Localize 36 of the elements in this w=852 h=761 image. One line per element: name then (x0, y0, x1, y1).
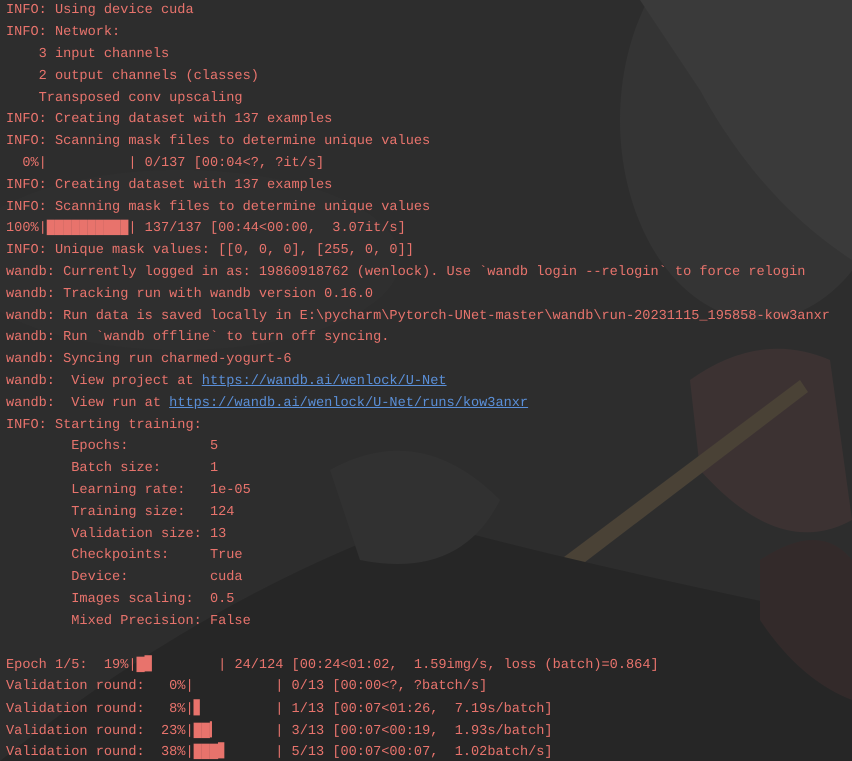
console-line: Mixed Precision: False (70, 614, 251, 629)
console-line: Validation round: 23%|██▎ | 3/13 [00:07<00:19, 1.93s/batch] (6, 722, 553, 739)
console-line: INFO: Scanning mask files to determine unique values (6, 200, 430, 215)
console-line: Learning rate: 1e-05 (70, 482, 251, 498)
console-line: Validation round: 38%|███▊ | 5/13 [00:07<00:07, 1.02batch/s] (6, 743, 553, 760)
console-line: Epoch 1/5: 19%|█▉ | 24/124 [00:24<01:02, 1.59img/s, loss (batch)=0.864] (6, 656, 659, 674)
console-line: INFO: Starting training: (6, 418, 202, 433)
console-line: wandb: Syncing run charmed-yogurt-6 (6, 352, 292, 368)
console-line: Device: cuda (70, 570, 243, 586)
console-line: Transposed conv upscaling (38, 90, 243, 106)
url-link[interactable]: https://wandb.ai/wenlock/U-Net/runs/kow3anxr (169, 396, 528, 411)
console-text: wandb: View project at (6, 374, 195, 389)
console-line: Images scaling: 0.5 (70, 592, 234, 607)
console-line: INFO: Network: (6, 25, 120, 40)
console-line: Validation round: 0%| | 0/13 [00:00<?, ?batch/s] (6, 679, 488, 694)
console-line: Epochs: 5 (70, 439, 218, 454)
console-line: 100%|██████████| 137/137 [00:44<00:00, 3.07it/s] (6, 221, 406, 236)
console-text: wandb: View run at (6, 396, 162, 411)
console-line: Validation round: 8%|▊ | 1/13 [00:07<01:26, 7.19s/batch] (6, 700, 553, 717)
console-line: wandb: Run `wandb offline` to turn off syncing. (6, 330, 390, 346)
console-line: INFO: Unique mask values: [[0, 0, 0], [255, 0, 0]] (6, 243, 414, 258)
console-line: wandb: Currently logged in as: 19860918762 (wenlock). Use `wandb login --relogin` to force relogin (6, 264, 806, 280)
console-line: wandb: Run data is saved locally in E:\pycharm\Pytorch-UNet-master\wandb\run-20231115_195858-kow3anxr (6, 308, 830, 324)
console-line: wandb: Tracking run with wandb version 0.16.0 (6, 286, 374, 302)
url-link[interactable]: https://wandb.ai/wenlock/U-Net (202, 374, 447, 389)
console-line: 3 input channels (38, 46, 170, 62)
console-line: Validation size: 13 (70, 526, 226, 542)
console-line: 2 output channels (classes) (38, 68, 259, 84)
console-line: Training size: 124 (70, 504, 234, 520)
console-line: 0%| | 0/137 [00:04<?, ?it/s] (21, 156, 324, 171)
console-line: INFO: Creating dataset with 137 examples (6, 178, 332, 193)
console-line: INFO: Creating dataset with 137 examples (6, 112, 332, 128)
console-line: Batch size: 1 (70, 461, 218, 476)
console-line: Checkpoints: True (70, 548, 243, 564)
console-line: INFO: Scanning mask files to determine unique values (6, 134, 430, 150)
console-line: INFO: Using device cuda (6, 3, 194, 18)
